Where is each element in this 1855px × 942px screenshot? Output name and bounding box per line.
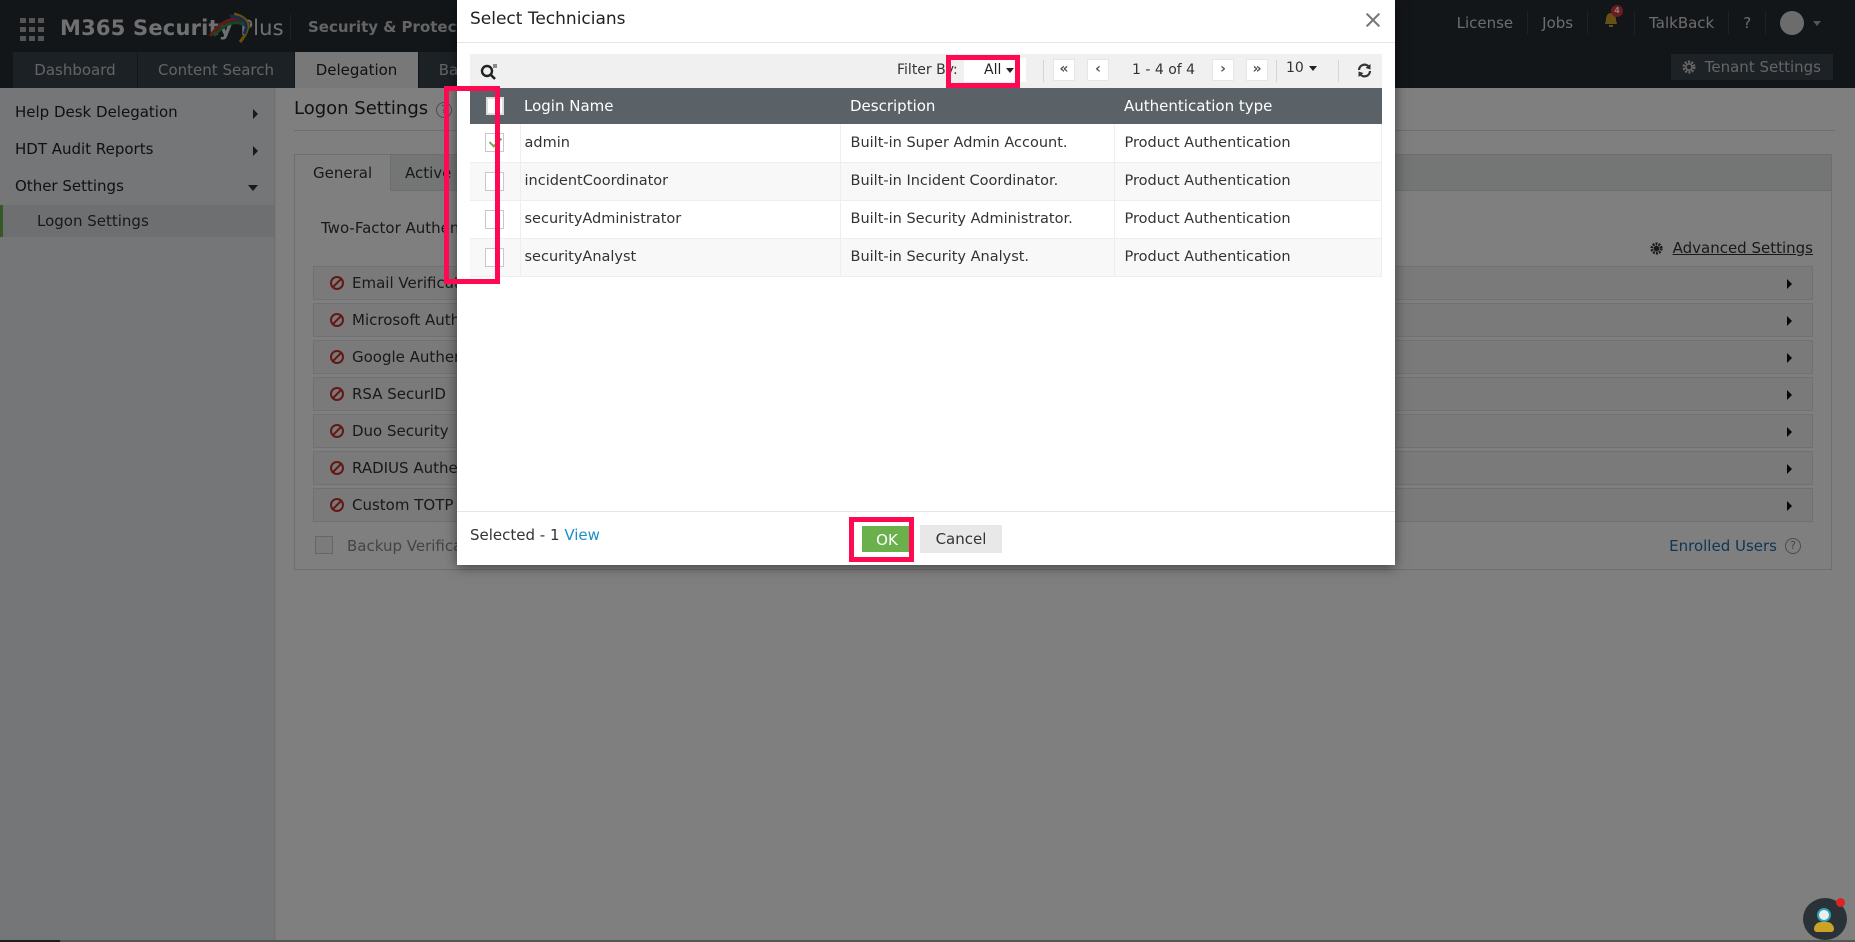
ok-button[interactable]: OK (862, 526, 912, 554)
support-agent-body (1814, 922, 1834, 932)
row-checkbox[interactable] (485, 171, 505, 191)
toolbar-divider (1276, 60, 1277, 82)
login-name-cell: securityAnalyst (520, 238, 841, 277)
dialog-title: Select Technicians (470, 9, 626, 29)
cancel-button[interactable]: Cancel (920, 525, 1002, 553)
first-page-button[interactable]: « (1053, 59, 1075, 81)
auth-type-cell: Product Authentication (1114, 124, 1382, 163)
page-size-dropdown[interactable]: 10 (1286, 60, 1317, 76)
row-select-cell (470, 238, 521, 277)
login-name-cell: incidentCoordinator (520, 162, 841, 201)
select-all-cell (470, 88, 520, 124)
technicians-table: Login Name Description Authentication ty… (470, 88, 1382, 277)
description-cell: Built-in Incident Coordinator. (840, 162, 1115, 201)
last-page-button[interactable]: » (1246, 59, 1268, 81)
table-row[interactable]: securityAnalyst Built-in Security Analys… (470, 238, 1382, 277)
column-login-name[interactable]: Login Name (520, 88, 840, 124)
row-select-cell (470, 200, 521, 239)
row-checkbox[interactable] (485, 133, 505, 153)
close-icon[interactable] (1365, 12, 1381, 28)
auth-type-cell: Product Authentication (1114, 238, 1382, 277)
table-row[interactable]: securityAdministrator Built-in Security … (470, 200, 1382, 239)
prev-page-button[interactable]: ‹ (1087, 59, 1109, 81)
select-technicians-dialog: Select Technicians Filter By: All « ‹ 1 … (444, 0, 1395, 565)
selected-count-label: Selected - 1 (470, 526, 560, 544)
view-selected-link[interactable]: View (564, 526, 600, 544)
description-cell: Built-in Security Administrator. (840, 200, 1115, 239)
filter-value: All (984, 62, 1002, 78)
login-name-cell: securityAdministrator (520, 200, 841, 239)
row-select-cell (470, 162, 521, 201)
grid-toolbar: Filter By: All « ‹ 1 - 4 of 4 › » 10 (470, 54, 1382, 88)
row-checkbox[interactable] (485, 247, 505, 267)
support-agent-icon (1817, 908, 1831, 922)
column-description[interactable]: Description (840, 88, 1114, 124)
description-cell: Built-in Super Admin Account. (840, 124, 1115, 163)
selected-count: Selected - 1 View (470, 526, 600, 544)
table-header-row: Login Name Description Authentication ty… (470, 88, 1382, 124)
filter-label: Filter By: (897, 62, 958, 78)
auth-type-cell: Product Authentication (1114, 162, 1382, 201)
next-page-button[interactable]: › (1212, 59, 1234, 81)
auth-type-cell: Product Authentication (1114, 200, 1382, 239)
table-row[interactable]: admin Built-in Super Admin Account. Prod… (470, 124, 1382, 163)
pagination-range: 1 - 4 of 4 (1132, 62, 1196, 78)
support-chat-button[interactable] (1803, 898, 1847, 940)
page-size-value: 10 (1286, 60, 1304, 76)
dialog-footer-divider (457, 511, 1395, 512)
select-all-checkbox[interactable] (486, 97, 504, 116)
refresh-icon[interactable] (1356, 62, 1373, 79)
login-name-cell: admin (520, 124, 841, 163)
column-authentication-type[interactable]: Authentication type (1114, 88, 1382, 124)
filter-dropdown[interactable]: All (964, 58, 1026, 82)
dialog-header-divider (457, 42, 1395, 43)
chevron-down-icon (1006, 67, 1015, 73)
toolbar-divider (1338, 60, 1339, 82)
row-select-cell (470, 124, 521, 163)
chevron-down-icon (1308, 65, 1317, 71)
row-checkbox[interactable] (485, 209, 505, 229)
table-row[interactable]: incidentCoordinator Built-in Incident Co… (470, 162, 1382, 201)
description-cell: Built-in Security Analyst. (840, 238, 1115, 277)
toolbar-divider (1043, 60, 1044, 82)
search-icon[interactable] (480, 63, 498, 81)
chat-notification-dot (1836, 898, 1845, 907)
